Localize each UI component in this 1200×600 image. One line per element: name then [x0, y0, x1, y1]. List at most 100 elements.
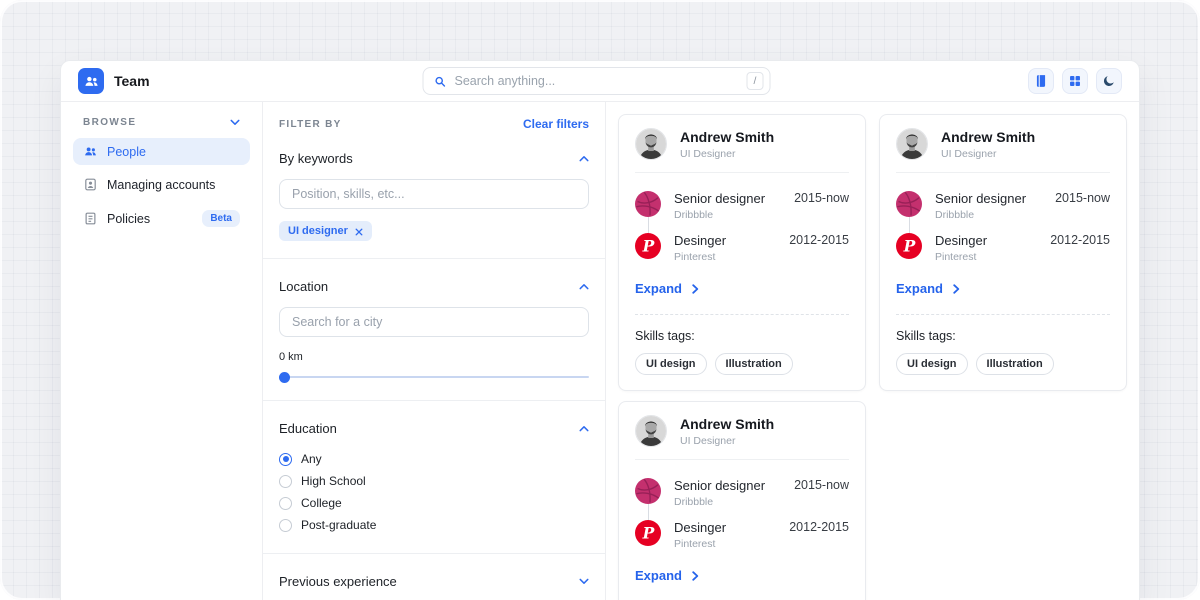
- expand-button[interactable]: Expand: [635, 281, 699, 296]
- radio-label: High School: [301, 474, 366, 488]
- experience-company: Pinterest: [674, 538, 776, 550]
- skill-tag: Illustration: [715, 353, 793, 375]
- avatar: [896, 128, 928, 160]
- radio-button[interactable]: [279, 453, 292, 466]
- experience-row: Senior designer Dribbble 2015-now: [896, 185, 1110, 227]
- keywords-label: By keywords: [279, 151, 353, 166]
- distance-value: 0 km: [279, 351, 589, 363]
- radio-label: Any: [301, 452, 322, 466]
- search-input[interactable]: [455, 74, 739, 88]
- radio-label: College: [301, 496, 342, 510]
- search-icon: [434, 75, 447, 88]
- close-icon[interactable]: [355, 227, 363, 235]
- expand-button[interactable]: Expand: [635, 568, 699, 583]
- moon-icon: [1102, 74, 1116, 88]
- experience-company: Dribbble: [935, 209, 1042, 221]
- divider: [263, 553, 605, 554]
- pinterest-icon: P: [896, 233, 922, 259]
- experience-period: 2012-2015: [1050, 233, 1110, 247]
- apps-button[interactable]: [1062, 68, 1088, 94]
- education-label: Education: [279, 421, 337, 436]
- experience-company: Dribbble: [674, 496, 781, 508]
- education-option-college[interactable]: College: [279, 492, 589, 514]
- person-card: Andrew Smith UI Designer Senior designer…: [618, 114, 866, 391]
- svg-text:P: P: [642, 524, 656, 543]
- chevron-up-icon: [579, 283, 589, 290]
- results-grid: Andrew Smith UI Designer Senior designer…: [606, 102, 1139, 600]
- clear-filters-link[interactable]: Clear filters: [523, 117, 589, 131]
- browse-label: BROWSE: [83, 117, 136, 128]
- pinterest-icon: P: [635, 520, 661, 546]
- account-badge-icon: [83, 177, 98, 192]
- search-shortcut-key: /: [747, 72, 764, 90]
- header-actions: [1028, 68, 1122, 94]
- sidebar-section-header[interactable]: BROWSE: [73, 115, 250, 138]
- education-options: Any High School College Post-graduate: [279, 448, 589, 536]
- slider-track: [279, 376, 589, 378]
- chevron-right-icon: [692, 571, 699, 581]
- person-card: Andrew Smith UI Designer Senior designer…: [618, 401, 866, 600]
- education-option-high-school[interactable]: High School: [279, 470, 589, 492]
- radio-button[interactable]: [279, 497, 292, 510]
- experience-period: 2015-now: [1055, 191, 1110, 205]
- card-header: Andrew Smith UI Designer: [896, 128, 1110, 160]
- team-logo-people-icon: [78, 68, 104, 94]
- people-icon: [83, 144, 98, 159]
- avatar: [635, 415, 667, 447]
- expand-button[interactable]: Expand: [896, 281, 960, 296]
- sidebar-item-managing-accounts[interactable]: Managing accounts: [73, 171, 250, 198]
- expand-label: Expand: [896, 281, 943, 296]
- city-search-input[interactable]: [279, 307, 589, 337]
- grid-icon: [1068, 74, 1082, 88]
- experience-title: Senior designer: [935, 191, 1042, 206]
- experience-company: Dribbble: [674, 209, 781, 221]
- experience-period: 2012-2015: [789, 520, 849, 534]
- skill-tag: UI design: [635, 353, 707, 375]
- chevron-down-icon: [579, 578, 589, 585]
- dribbble-icon: [635, 478, 661, 504]
- previous-experience-section-header[interactable]: Previous experience: [279, 574, 589, 589]
- app-logo[interactable]: Team: [78, 68, 150, 94]
- education-section-header[interactable]: Education: [279, 421, 589, 436]
- experience-row: P Desinger Pinterest 2012-2015: [896, 227, 1110, 269]
- global-search[interactable]: /: [423, 67, 771, 95]
- location-label: Location: [279, 279, 328, 294]
- skills-tags-label: Skills tags:: [896, 329, 1110, 343]
- pinterest-icon: P: [635, 233, 661, 259]
- experience-period: 2015-now: [794, 478, 849, 492]
- skill-tag: Illustration: [976, 353, 1054, 375]
- keyword-tags: UI designer: [279, 221, 589, 241]
- education-option-post-graduate[interactable]: Post-graduate: [279, 514, 589, 536]
- book-icon: [1034, 74, 1048, 88]
- slider-thumb[interactable]: [279, 372, 290, 383]
- sidebar-item-people[interactable]: People: [73, 138, 250, 165]
- divider: [263, 258, 605, 259]
- keywords-input[interactable]: [279, 179, 589, 209]
- keyword-tag[interactable]: UI designer: [279, 221, 372, 241]
- person-card: Andrew Smith UI Designer Senior designer…: [879, 114, 1127, 391]
- education-option-any[interactable]: Any: [279, 448, 589, 470]
- expand-label: Expand: [635, 281, 682, 296]
- person-name: Andrew Smith: [680, 129, 774, 145]
- sidebar: BROWSE People Managing accounts Policies…: [61, 102, 263, 600]
- dark-mode-button[interactable]: [1096, 68, 1122, 94]
- beta-badge: Beta: [202, 210, 240, 227]
- library-button[interactable]: [1028, 68, 1054, 94]
- experience-timeline: Senior designer Dribbble 2015-now P Desi…: [635, 472, 849, 556]
- person-name: Andrew Smith: [941, 129, 1035, 145]
- sidebar-item-label: People: [107, 145, 146, 159]
- filter-by-label: FILTER BY: [279, 119, 342, 130]
- document-icon: [83, 211, 98, 226]
- skill-tag: UI design: [896, 353, 968, 375]
- experience-title: Senior designer: [674, 478, 781, 493]
- radio-button[interactable]: [279, 519, 292, 532]
- location-section-header[interactable]: Location: [279, 279, 589, 294]
- distance-slider[interactable]: [279, 371, 589, 383]
- keywords-section-header[interactable]: By keywords: [279, 151, 589, 166]
- app-title: Team: [114, 73, 150, 89]
- avatar: [635, 128, 667, 160]
- experience-title: Desinger: [674, 233, 776, 248]
- sidebar-item-policies[interactable]: Policies Beta: [73, 204, 250, 233]
- desktop-background: Team / BROWSE People Managing accounts: [0, 0, 1200, 600]
- radio-button[interactable]: [279, 475, 292, 488]
